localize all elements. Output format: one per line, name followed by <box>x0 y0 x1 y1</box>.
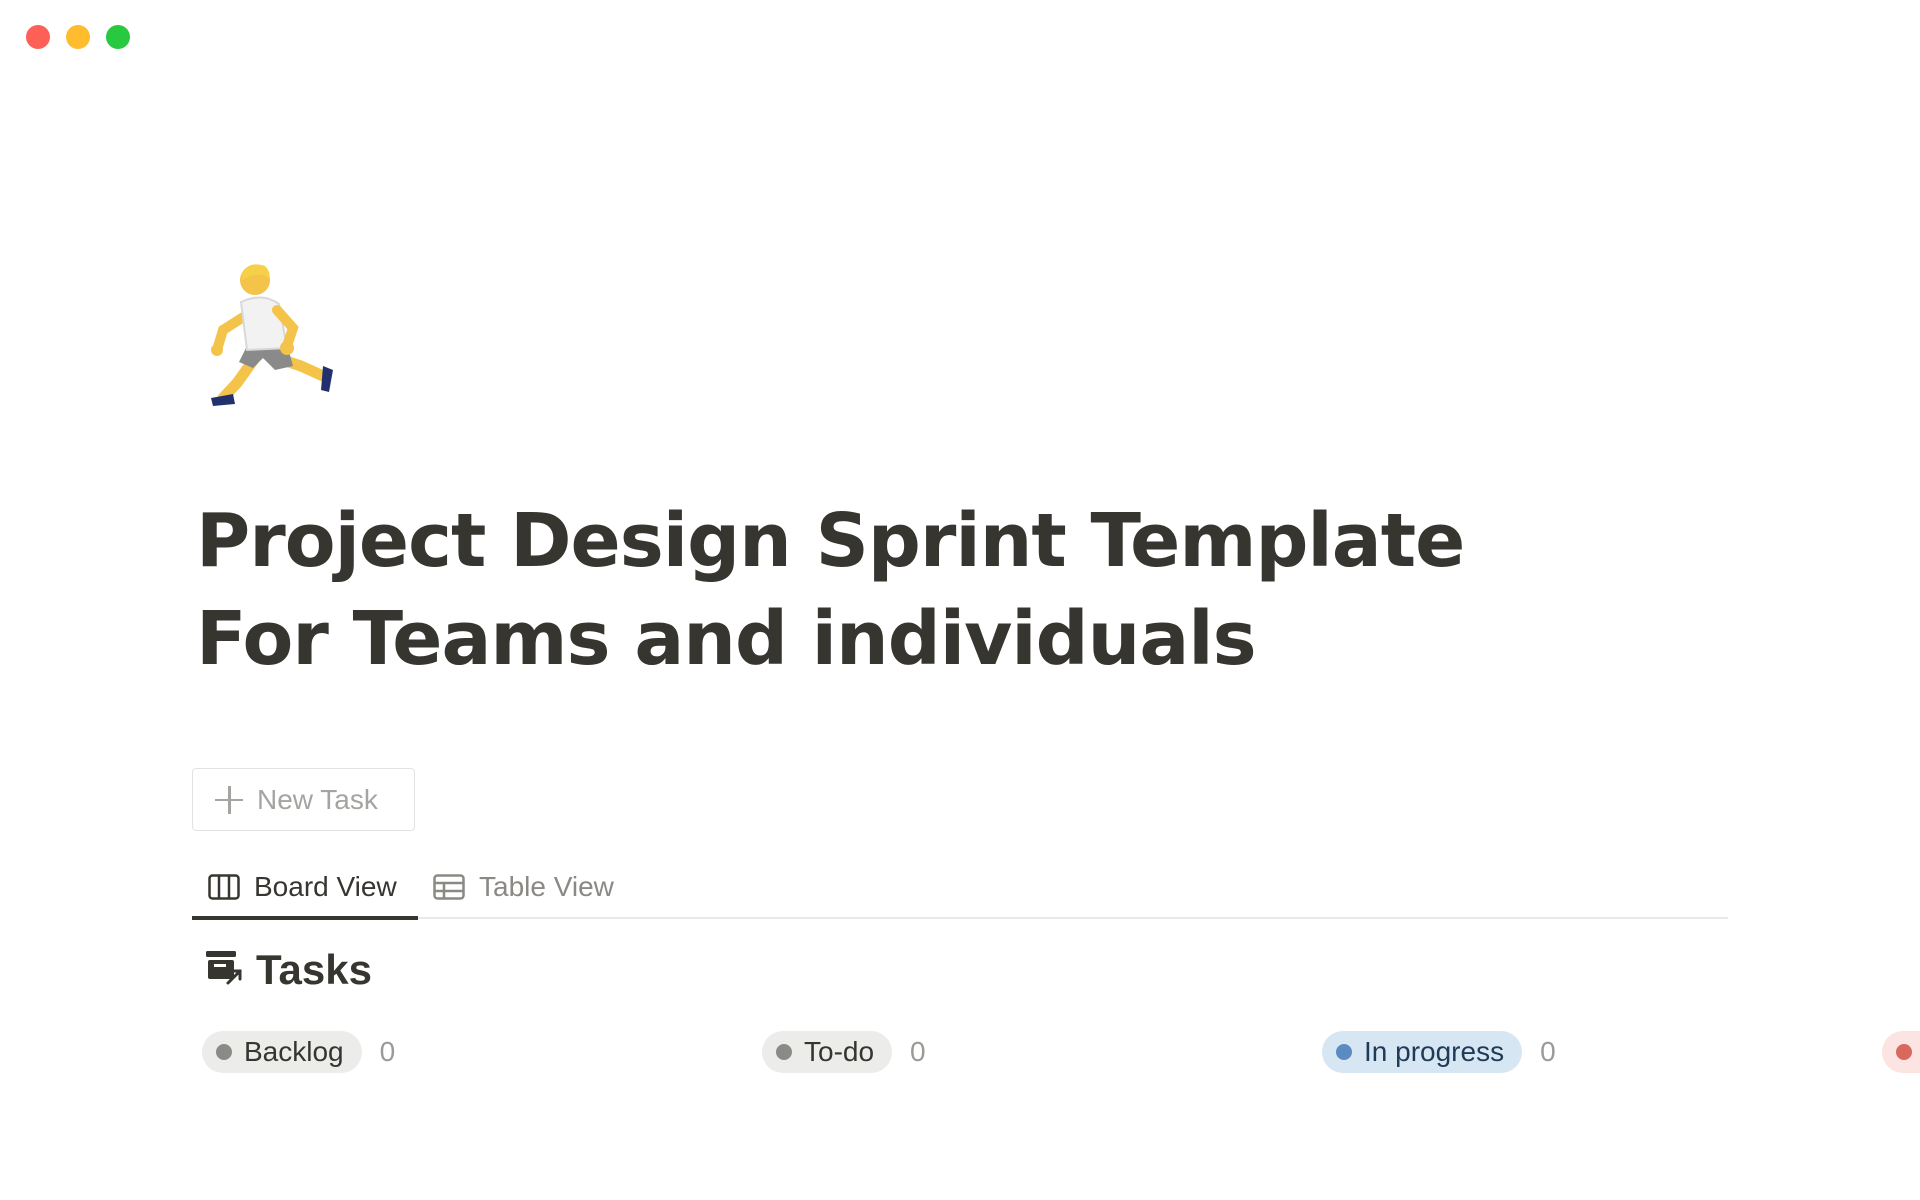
column-label: Backlog <box>244 1036 344 1067</box>
close-window-button[interactable] <box>26 25 50 49</box>
database-title[interactable]: Tasks <box>256 946 372 994</box>
window-controls <box>26 25 130 49</box>
status-badge[interactable] <box>1882 1031 1920 1073</box>
table-grid-icon <box>433 874 465 900</box>
person-running-icon[interactable] <box>205 258 345 408</box>
status-badge[interactable]: Backlog <box>202 1031 362 1073</box>
board-columns-icon <box>208 874 240 900</box>
column-label: To-do <box>804 1036 875 1067</box>
board-column-todo: To-do 0 <box>762 1031 926 1073</box>
plus-icon <box>215 785 243 814</box>
status-dot-icon <box>1336 1044 1352 1060</box>
status-dot-icon <box>1896 1044 1912 1060</box>
tab-board-view[interactable]: Board View <box>208 855 397 919</box>
database-heading: Tasks <box>204 946 372 994</box>
status-badge[interactable]: To-do <box>762 1031 893 1073</box>
tab-table-view[interactable]: Table View <box>433 855 614 919</box>
notion-page: Project Design Sprint Template For Teams… <box>0 0 1920 1200</box>
new-task-button[interactable]: New Task <box>192 768 415 831</box>
status-dot-icon <box>776 1044 792 1060</box>
tab-board-view-label: Board View <box>254 871 397 902</box>
view-tabs: Board View Table View <box>192 855 1728 920</box>
maximize-window-button[interactable] <box>106 25 130 49</box>
status-badge[interactable]: In progress <box>1322 1031 1523 1073</box>
board-column-partial <box>1882 1031 1920 1073</box>
page-title[interactable]: Project Design Sprint Template For Teams… <box>196 492 1596 688</box>
active-tab-indicator <box>192 916 418 920</box>
board-column-backlog: Backlog 0 <box>202 1031 395 1073</box>
column-count: 0 <box>379 1036 396 1067</box>
minimize-window-button[interactable] <box>66 25 90 49</box>
tab-table-view-label: Table View <box>479 871 614 902</box>
tasks-database-icon <box>204 949 244 992</box>
new-task-label: New Task <box>257 783 378 815</box>
column-count: 0 <box>1540 1036 1556 1067</box>
column-label: In progress <box>1364 1036 1505 1067</box>
column-count: 0 <box>910 1036 926 1067</box>
board-column-in-progress: In progress 0 <box>1322 1031 1556 1073</box>
status-dot-icon <box>216 1044 232 1060</box>
